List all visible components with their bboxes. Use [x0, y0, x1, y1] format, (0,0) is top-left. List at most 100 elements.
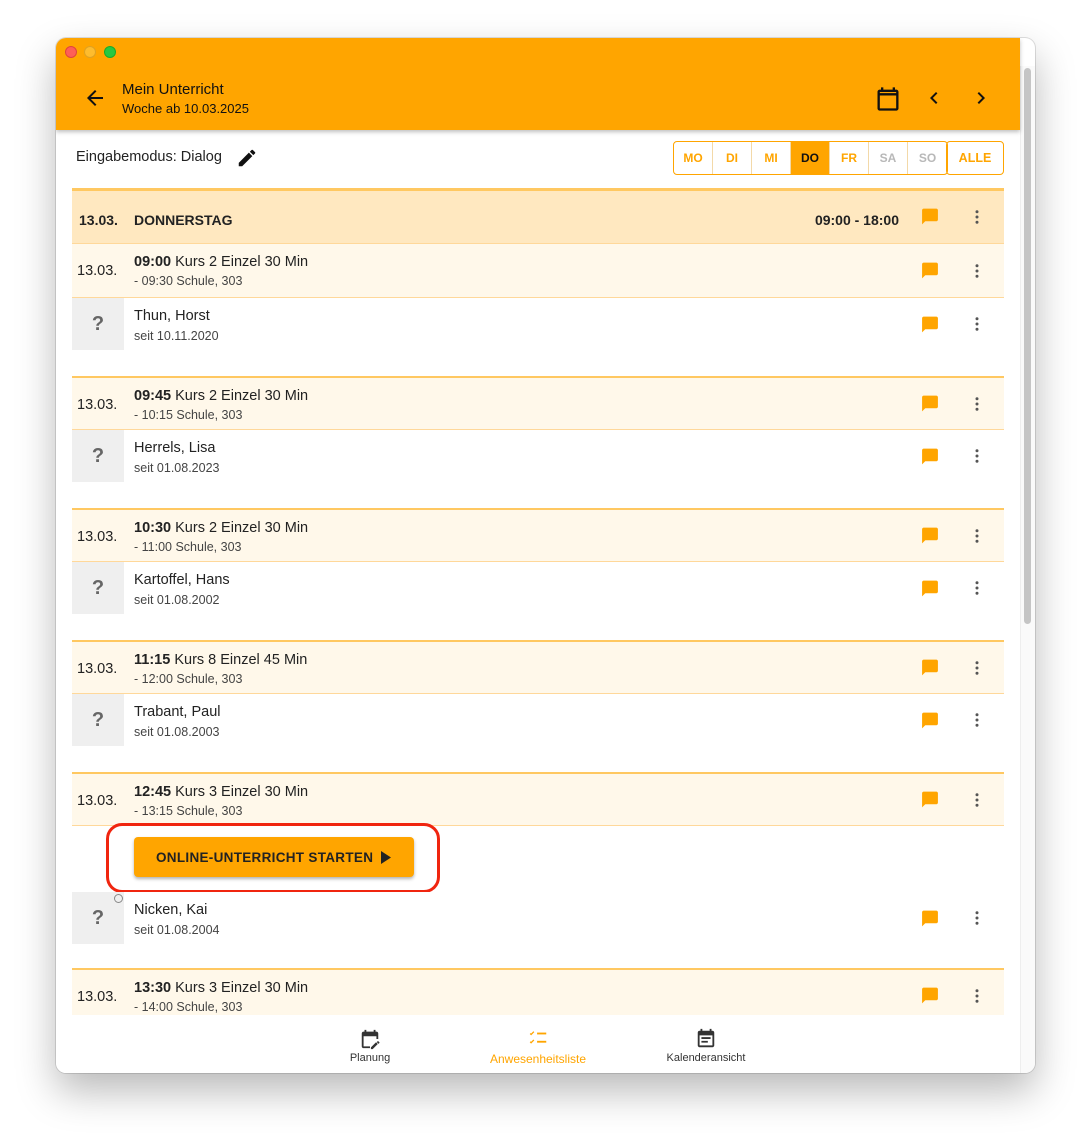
day-toggle-di[interactable]: DI [713, 142, 752, 174]
student-name: Nicken, Kai [134, 902, 208, 918]
more-vert-icon[interactable] [968, 987, 986, 1005]
scrollbar-thumb[interactable] [1024, 68, 1031, 624]
online-lesson-row: ONLINE-UNTERRICHT STARTEN [72, 823, 1004, 893]
comment-icon[interactable] [920, 790, 940, 809]
lesson-course: Kurs 3 Einzel 30 Min [175, 980, 309, 996]
lesson-row[interactable]: 13.03. 11:15 Kurs 8 Einzel 45 Min - 12:0… [72, 640, 1004, 694]
more-vert-icon[interactable] [968, 791, 986, 809]
lesson-time: 09:00 [134, 254, 172, 270]
student-row[interactable]: ? Kartoffel, Hans seit 01.08.2002 [72, 562, 1004, 640]
comment-icon[interactable] [920, 526, 940, 545]
page-title: Mein Unterricht [122, 81, 224, 98]
comment-icon[interactable] [920, 658, 940, 677]
lesson-date: 13.03. [77, 793, 118, 809]
more-vert-icon[interactable] [968, 909, 986, 927]
zoom-window-button[interactable] [104, 46, 116, 58]
start-online-lesson-label: ONLINE-UNTERRICHT STARTEN [156, 849, 374, 865]
attendance-status[interactable]: ? [72, 430, 124, 482]
day-header-weekday: DONNERSTAG [134, 212, 233, 228]
more-vert-icon[interactable] [968, 315, 986, 333]
comment-icon[interactable] [920, 315, 940, 334]
more-vert-icon[interactable] [968, 659, 986, 677]
pencil-icon[interactable] [236, 147, 258, 169]
globe-icon [114, 894, 123, 903]
student-name: Thun, Horst [134, 308, 210, 324]
minimize-window-button[interactable] [84, 46, 96, 58]
lesson-detail: - 11:00 Schule, 303 [134, 540, 242, 554]
comment-icon[interactable] [920, 207, 940, 226]
lesson-detail: - 13:15 Schule, 303 [134, 804, 243, 818]
student-row[interactable]: ? Trabant, Paul seit 01.08.2003 [72, 694, 1004, 772]
day-header-row: 13.03. DONNERSTAG 09:00 - 18:00 [72, 188, 1004, 244]
day-toggle-so[interactable]: SO [908, 142, 947, 174]
attendance-list: 13.03. DONNERSTAG 09:00 - 18:00 13.03. 0… [72, 188, 1004, 1015]
lesson-title: 13:30 Kurs 3 Einzel 30 Min [134, 980, 308, 996]
lesson-detail: - 12:00 Schule, 303 [134, 672, 243, 686]
comment-icon[interactable] [920, 579, 940, 598]
lesson-row[interactable]: 13.03. 09:00 Kurs 2 Einzel 30 Min - 09:3… [72, 244, 1004, 298]
student-since: seit 01.08.2023 [134, 461, 220, 475]
comment-icon[interactable] [920, 447, 940, 466]
weekday-selector: MO DI MI DO FR SA SO [673, 141, 948, 175]
play-icon [381, 851, 391, 864]
checklist-icon [529, 1031, 547, 1044]
lesson-row[interactable]: 13.03. 09:45 Kurs 2 Einzel 30 Min - 10:1… [72, 376, 1004, 430]
lesson-course: Kurs 2 Einzel 30 Min [175, 254, 309, 270]
lesson-title: 09:00 Kurs 2 Einzel 30 Min [134, 254, 308, 270]
day-toggle-mo[interactable]: MO [674, 142, 713, 174]
student-row[interactable]: ? Herrels, Lisa seit 01.08.2023 [72, 430, 1004, 508]
lesson-time: 13:30 [134, 980, 172, 996]
more-vert-icon[interactable] [968, 711, 986, 729]
comment-icon[interactable] [920, 711, 940, 730]
lesson-time: 11:15 [134, 652, 171, 668]
day-toggle-fr[interactable]: FR [830, 142, 869, 174]
lesson-time: 10:30 [134, 520, 172, 536]
student-since: seit 01.08.2003 [134, 725, 220, 739]
more-vert-icon[interactable] [968, 579, 986, 597]
nav-item-kalenderansicht[interactable]: Kalenderansicht [662, 1017, 750, 1073]
lesson-row[interactable]: 13.03. 12:45 Kurs 3 Einzel 30 Min - 13:1… [72, 772, 1004, 826]
more-vert-icon[interactable] [968, 447, 986, 465]
lesson-date: 13.03. [77, 263, 118, 279]
lesson-detail: - 10:15 Schule, 303 [134, 408, 243, 422]
student-since: seit 01.08.2002 [134, 593, 220, 607]
lesson-date: 13.03. [77, 397, 118, 413]
calendar-icon[interactable] [874, 85, 902, 113]
lesson-row[interactable]: 13.03. 10:30 Kurs 2 Einzel 30 Min - 11:0… [72, 508, 1004, 562]
lesson-course: Kurs 2 Einzel 30 Min [175, 520, 309, 536]
more-vert-icon[interactable] [968, 262, 986, 280]
nav-item-anwesenheitsliste[interactable]: Anwesenheitsliste [480, 1017, 596, 1073]
student-since: seit 01.08.2004 [134, 923, 220, 937]
back-arrow-icon[interactable] [82, 86, 108, 110]
more-vert-icon[interactable] [968, 395, 986, 413]
comment-icon[interactable] [920, 909, 940, 928]
chevron-left-icon[interactable] [922, 86, 946, 110]
lesson-time: 09:45 [134, 388, 172, 404]
attendance-status[interactable]: ? [72, 694, 124, 746]
attendance-status[interactable]: ? [72, 562, 124, 614]
start-online-lesson-button[interactable]: ONLINE-UNTERRICHT STARTEN [134, 837, 414, 877]
lesson-detail: - 14:00 Schule, 303 [134, 1000, 243, 1014]
lesson-row[interactable]: 13.03. 13:30 Kurs 3 Einzel 30 Min - 14:0… [72, 968, 1004, 1015]
student-name: Kartoffel, Hans [134, 572, 230, 588]
more-vert-icon[interactable] [968, 208, 986, 226]
day-toggle-do[interactable]: DO [791, 142, 830, 174]
lesson-course: Kurs 8 Einzel 45 Min [174, 652, 308, 668]
student-name: Herrels, Lisa [134, 440, 216, 456]
lesson-date: 13.03. [77, 989, 118, 1005]
nav-label-planung: Planung [349, 1052, 391, 1064]
comment-icon[interactable] [920, 261, 940, 280]
comment-icon[interactable] [920, 394, 940, 413]
student-row[interactable]: ? Nicken, Kai seit 01.08.2004 [72, 892, 1004, 968]
close-window-button[interactable] [65, 46, 77, 58]
student-row[interactable]: ? Thun, Horst seit 10.11.2020 [72, 298, 1004, 376]
attendance-status[interactable]: ? [72, 298, 124, 350]
comment-icon[interactable] [920, 986, 940, 1005]
chevron-right-icon[interactable] [969, 86, 993, 110]
all-days-button[interactable]: ALLE [946, 141, 1004, 175]
student-name: Trabant, Paul [134, 704, 221, 720]
nav-item-planung[interactable]: Planung [328, 1017, 412, 1073]
day-toggle-sa[interactable]: SA [869, 142, 908, 174]
day-toggle-mi[interactable]: MI [752, 142, 791, 174]
more-vert-icon[interactable] [968, 527, 986, 545]
